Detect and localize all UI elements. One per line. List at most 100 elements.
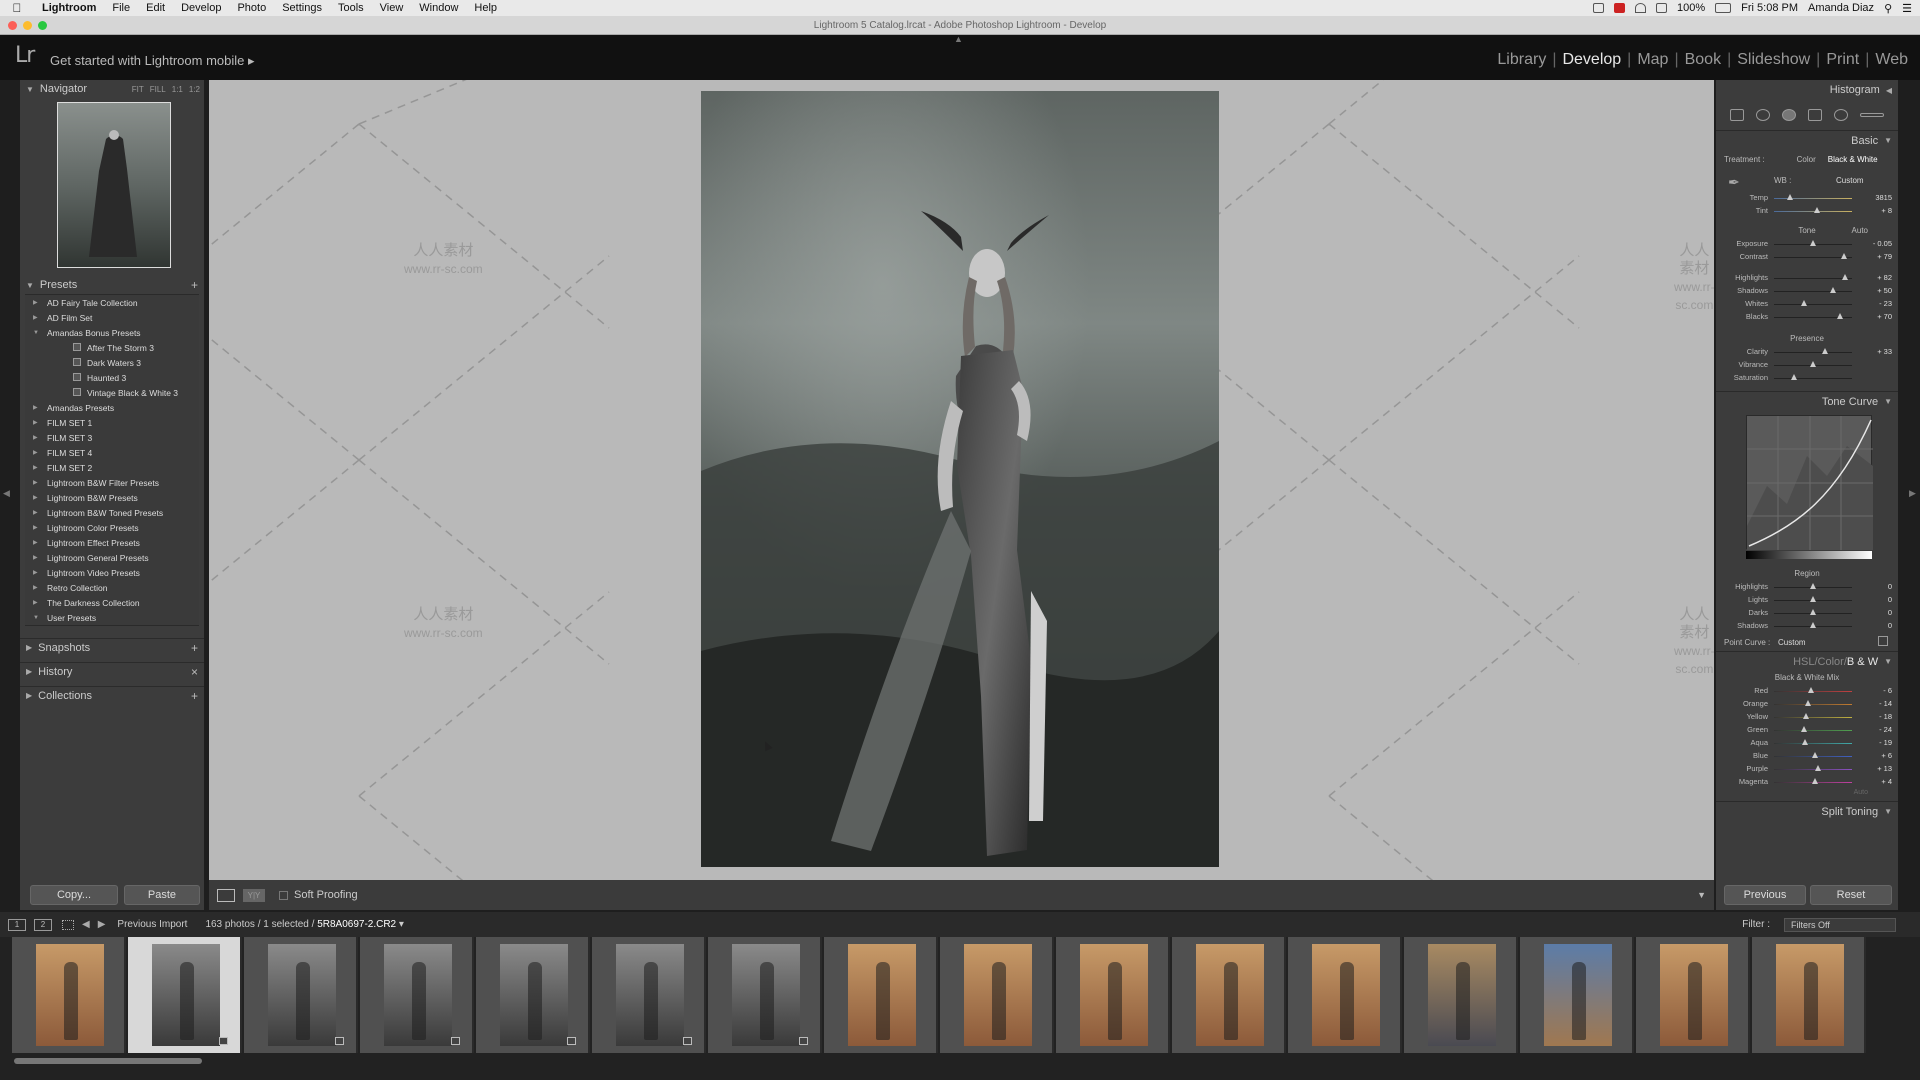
preset-folder[interactable]: ▶ AD Fairy Tale Collection <box>25 295 199 310</box>
slider-red[interactable]: Red - 6 <box>1716 685 1898 698</box>
preset-folder[interactable]: ▶ Lightroom Video Presets <box>25 565 199 580</box>
slider-darks[interactable]: Darks 0 <box>1716 607 1898 620</box>
slider-thumb[interactable] <box>1800 726 1807 732</box>
module-develop[interactable]: Develop <box>1558 51 1625 69</box>
slider-value[interactable]: - 19 <box>1879 738 1892 747</box>
paste-settings-button[interactable]: Paste <box>124 885 200 905</box>
slider-value[interactable]: + 82 <box>1877 273 1892 282</box>
presets-header[interactable]: ▼ Presets + <box>20 276 204 294</box>
preset-folder[interactable]: ▶ Lightroom B&W Toned Presets <box>25 505 199 520</box>
expand-triangle-icon[interactable]: ▶ <box>33 524 38 531</box>
menu-view[interactable]: View <box>372 2 412 14</box>
module-book[interactable]: Book <box>1681 51 1725 69</box>
filmstrip-thumbnail[interactable] <box>1172 937 1286 1053</box>
snapshots-header[interactable]: ▶ Snapshots + <box>20 638 204 656</box>
filmstrip-thumbnail[interactable] <box>592 937 706 1053</box>
filmstrip-thumbnail[interactable] <box>1520 937 1634 1053</box>
filmstrip-thumbnail[interactable] <box>824 937 938 1053</box>
expand-triangle-icon[interactable]: ▶ <box>33 479 38 486</box>
expand-triangle-icon[interactable]: ▶ <box>26 667 32 676</box>
preset-folder[interactable]: ▶ FILM SET 1 <box>25 415 199 430</box>
slider-temp[interactable]: Temp 3815 <box>1716 192 1898 205</box>
slider-value[interactable]: + 33 <box>1877 347 1892 356</box>
slider-value[interactable]: 0 <box>1888 582 1892 591</box>
filmstrip-scrollbar[interactable] <box>14 1058 202 1064</box>
slider-highlights[interactable]: Highlights + 82 <box>1716 272 1898 285</box>
left-panel-toggle-icon[interactable]: ◀ <box>3 488 10 499</box>
slider-highlights[interactable]: Highlights 0 <box>1716 581 1898 594</box>
develop-settings-badge-icon[interactable] <box>683 1037 692 1045</box>
preset-folder[interactable]: ▶ AD Film Set <box>25 310 199 325</box>
preset-folder[interactable]: ▼ User Presets <box>25 610 199 625</box>
collapse-triangle-icon[interactable]: ▼ <box>1884 136 1892 145</box>
expand-triangle-icon[interactable]: ▶ <box>33 509 38 516</box>
tone-curve-header[interactable]: Tone Curve ▼ <box>1716 391 1898 411</box>
develop-photo[interactable] <box>701 91 1219 867</box>
minimize-window-icon[interactable] <box>23 21 32 30</box>
expand-triangle-icon[interactable]: ▶ <box>33 404 38 411</box>
previous-button[interactable]: Previous <box>1724 885 1806 905</box>
preset-folder[interactable]: ▶ FILM SET 3 <box>25 430 199 445</box>
expand-triangle-icon[interactable]: ▶ <box>33 464 38 471</box>
slider-thumb[interactable] <box>1837 313 1844 319</box>
back-arrow-icon[interactable]: ◀ <box>82 919 90 930</box>
menu-edit[interactable]: Edit <box>138 2 173 14</box>
preset-item[interactable]: Haunted 3 <box>25 370 199 385</box>
radial-filter-icon[interactable] <box>1834 109 1848 121</box>
slider-thumb[interactable] <box>1829 287 1836 293</box>
dropbox-icon[interactable] <box>1593 3 1605 13</box>
slider-value[interactable]: 3815 <box>1875 193 1892 202</box>
slider-thumb[interactable] <box>1790 374 1797 380</box>
collapse-triangle-icon[interactable]: ▼ <box>26 85 34 94</box>
adjustment-brush-icon[interactable] <box>1860 113 1884 117</box>
user-name[interactable]: Amanda Diaz <box>1808 2 1874 14</box>
slider-value[interactable]: - 6 <box>1883 686 1892 695</box>
module-slideshow[interactable]: Slideshow <box>1733 51 1814 69</box>
preset-folder[interactable]: ▶ Lightroom General Presets <box>25 550 199 565</box>
menu-settings[interactable]: Settings <box>274 2 330 14</box>
slider-tint[interactable]: Tint + 8 <box>1716 205 1898 218</box>
lightroom-mobile-link[interactable]: Get started with Lightroom mobile ▸ <box>50 53 255 69</box>
target-adjust-icon[interactable] <box>1878 636 1888 646</box>
navigator-header[interactable]: ▼ Navigator FIT FILL 1:1 1:2 <box>20 80 204 98</box>
collapse-triangle-icon[interactable]: ▼ <box>1884 807 1892 816</box>
expand-triangle-icon[interactable]: ▶ <box>26 691 32 700</box>
slider-thumb[interactable] <box>1811 778 1818 784</box>
preset-folder[interactable]: ▶ Lightroom B&W Filter Presets <box>25 475 199 490</box>
slider-thumb[interactable] <box>1810 609 1816 615</box>
navigator-preview[interactable] <box>57 102 171 268</box>
spotlight-icon[interactable]: ⚲ <box>1884 2 1892 15</box>
slider-thumb[interactable] <box>1802 739 1809 745</box>
apple-icon[interactable]:  <box>0 1 34 15</box>
slider-thumb[interactable] <box>1815 765 1822 771</box>
filter-select[interactable]: Filters Off <box>1784 917 1896 932</box>
slider-track[interactable] <box>1774 278 1852 279</box>
slider-shadows[interactable]: Shadows + 50 <box>1716 285 1898 298</box>
expand-triangle-icon[interactable]: ▶ <box>33 434 38 441</box>
collapse-triangle-icon[interactable]: ▼ <box>33 330 39 336</box>
slider-shadows[interactable]: Shadows 0 <box>1716 620 1898 633</box>
slider-saturation[interactable]: Saturation <box>1716 372 1898 385</box>
preset-item[interactable]: Dark Waters 3 <box>25 355 199 370</box>
clock[interactable]: Fri 5:08 PM <box>1741 2 1798 14</box>
menu-tools[interactable]: Tools <box>330 2 372 14</box>
module-web[interactable]: Web <box>1871 51 1912 69</box>
filmstrip-source[interactable]: Previous Import <box>117 919 187 930</box>
slider-thumb[interactable] <box>1812 752 1819 758</box>
slider-track[interactable] <box>1774 730 1852 731</box>
add-collection-icon[interactable]: + <box>191 689 198 703</box>
top-panel-toggle-icon[interactable]: ▲ <box>954 34 963 44</box>
collapse-triangle-icon[interactable]: ▼ <box>33 615 39 621</box>
point-curve-select[interactable]: Custom <box>1778 638 1806 647</box>
expand-triangle-icon[interactable]: ▶ <box>33 494 38 501</box>
add-snapshot-icon[interactable]: + <box>191 641 198 655</box>
treatment-color-button[interactable]: Color <box>1797 155 1816 164</box>
menu-develop[interactable]: Develop <box>173 2 229 14</box>
tab-color[interactable]: Color <box>1818 656 1844 668</box>
zoom-1-2[interactable]: 1:2 <box>189 85 200 94</box>
primary-window-button[interactable]: 1 <box>8 918 26 931</box>
red-eye-icon[interactable] <box>1782 109 1796 121</box>
preset-folder[interactable]: ▶ FILM SET 4 <box>25 445 199 460</box>
grid-view-icon[interactable] <box>62 919 74 930</box>
spot-removal-icon[interactable] <box>1756 109 1770 121</box>
